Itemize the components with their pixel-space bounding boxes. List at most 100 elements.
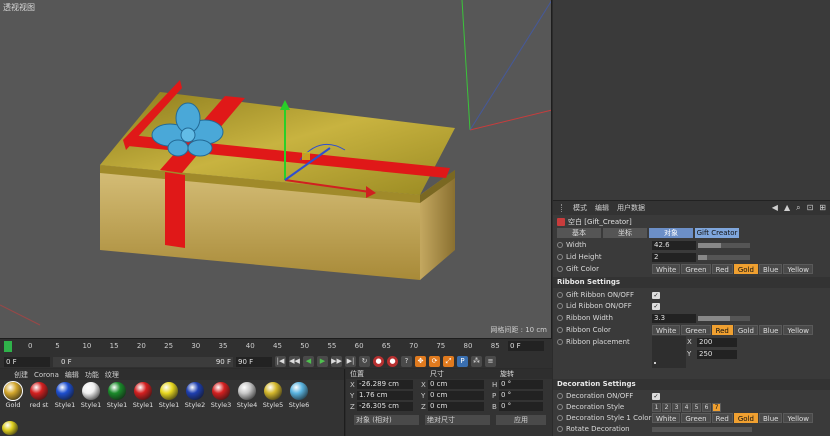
end-frame-field[interactable]: 90 F [236, 356, 272, 367]
material-swatch[interactable]: Style1 [157, 382, 181, 409]
next-key-icon[interactable]: ▶▶ [331, 356, 342, 367]
gift-color-yellow[interactable]: Yellow [783, 264, 814, 274]
ribbon-color-gold[interactable]: Gold [733, 325, 758, 335]
ribbon-color-blue[interactable]: Blue [758, 325, 783, 335]
material-swatch[interactable]: Style4 [235, 382, 259, 409]
menu-mode[interactable]: 模式 [573, 203, 587, 213]
style-option-3[interactable]: 3 [672, 402, 681, 412]
style-option-5[interactable]: 5 [692, 402, 701, 412]
position-y-field[interactable]: 1.76 cm [357, 391, 413, 400]
style1-color-white[interactable]: White [652, 413, 681, 423]
timeline-menu-icon[interactable]: ≡ [485, 356, 496, 367]
placement-y-field[interactable]: 250 [697, 349, 737, 359]
keyframe-dot-icon[interactable] [557, 404, 563, 410]
search-icon[interactable]: ⌕ [796, 203, 800, 213]
lid-ribbon-checkbox[interactable]: ✓ [652, 302, 660, 310]
style-option-2[interactable]: 2 [662, 402, 671, 412]
rotate-decoration-slider[interactable] [652, 426, 752, 432]
material-swatch[interactable]: Style5 [261, 382, 285, 409]
style1-color-yellow[interactable]: Yellow [783, 413, 814, 423]
gift-color-green[interactable]: Green [681, 264, 711, 274]
perspective-viewport[interactable]: 透视视图 网格间距: 10 cm [0, 0, 552, 338]
keyframe-dot-icon[interactable] [557, 254, 563, 260]
tab-object[interactable]: 对象 [649, 228, 693, 238]
apply-button[interactable]: 应用 [495, 415, 546, 425]
size-y-field[interactable]: 0 cm [428, 391, 484, 400]
lid-height-field[interactable]: 2 [652, 252, 696, 262]
arrow-up-icon[interactable]: ▲ [784, 203, 790, 213]
width-slider[interactable] [698, 242, 750, 248]
style1-color-green[interactable]: Green [681, 413, 711, 423]
tab-coordinates[interactable]: 坐标 [603, 228, 647, 238]
gift-color-blue[interactable]: Blue [758, 264, 783, 274]
gift-ribbon-checkbox[interactable]: ✓ [652, 291, 660, 299]
go-to-start-icon[interactable]: |◀ [275, 356, 286, 367]
menu-edit[interactable]: 编辑 [595, 203, 609, 213]
prev-key-icon[interactable]: ◀◀ [289, 356, 300, 367]
material-swatch-extra[interactable] [2, 421, 18, 435]
menu-texture[interactable]: 纹理 [105, 370, 119, 380]
range-slider[interactable]: 0 F 90 F [53, 356, 233, 367]
menu-user-data[interactable]: 用户数据 [617, 203, 645, 213]
size-z-field[interactable]: 0 cm [428, 402, 484, 411]
keyframe-dot-icon[interactable] [557, 327, 563, 333]
keyframe-dot-icon[interactable] [557, 315, 563, 321]
size-x-field[interactable]: 0 cm [428, 380, 484, 389]
size-mode-select[interactable]: 绝对尺寸 [424, 415, 490, 425]
move-key-icon[interactable]: ✥ [415, 356, 426, 367]
lock-icon[interactable]: ⊡ [807, 203, 814, 213]
panel-grip-icon[interactable] [561, 204, 565, 212]
tab-basic[interactable]: 基本 [557, 228, 601, 238]
position-x-field[interactable]: -26.289 cm [357, 380, 413, 389]
width-field[interactable]: 42.6 [652, 240, 696, 250]
loop-icon[interactable]: ↻ [359, 356, 370, 367]
menu-create[interactable]: 创建 [14, 370, 28, 380]
style-option-4[interactable]: 4 [682, 402, 691, 412]
material-swatch[interactable]: Style1 [53, 382, 77, 409]
menu-function[interactable]: 功能 [85, 370, 99, 380]
gift-color-white[interactable]: White [652, 264, 681, 274]
keyframe-dot-icon[interactable] [557, 415, 563, 421]
keyframe-dot-icon[interactable] [557, 393, 563, 399]
style-option-1[interactable]: 1 [652, 402, 661, 412]
coordinate-mode-select[interactable]: 对象 (相对) [354, 415, 419, 425]
keyframe-dot-icon[interactable] [557, 292, 563, 298]
auto-key-icon[interactable]: ● [387, 356, 398, 367]
record-icon[interactable]: ● [373, 356, 384, 367]
ribbon-placement-pad[interactable] [652, 336, 686, 368]
menu-edit-material[interactable]: 编辑 [65, 370, 79, 380]
keyframe-dot-icon[interactable] [557, 426, 563, 432]
style1-color-blue[interactable]: Blue [758, 413, 783, 423]
lid-height-slider[interactable] [698, 254, 750, 260]
tab-gift-creator[interactable]: Gift Creator [695, 228, 739, 238]
scale-key-icon[interactable]: ⤢ [443, 356, 454, 367]
style-option-6[interactable]: 6 [702, 402, 711, 412]
material-swatch[interactable]: Style6 [287, 382, 311, 409]
expand-icon[interactable]: ⊞ [819, 203, 826, 213]
style-option-7[interactable]: 7 [712, 402, 721, 412]
ribbon-color-yellow[interactable]: Yellow [783, 325, 814, 335]
placement-x-field[interactable]: 200 [697, 337, 737, 347]
keyframe-dot-icon[interactable] [557, 339, 563, 345]
material-swatch[interactable]: Gold [1, 381, 25, 409]
ribbon-color-green[interactable]: Green [681, 325, 711, 335]
current-frame-field[interactable]: 0 F [508, 341, 544, 351]
play-back-icon[interactable]: ◀ [303, 356, 314, 367]
material-swatch[interactable]: Style1 [131, 382, 155, 409]
play-icon[interactable]: ▶ [317, 356, 328, 367]
keyframe-dot-icon[interactable] [557, 242, 563, 248]
decoration-checkbox[interactable]: ✓ [652, 392, 660, 400]
menu-corona[interactable]: Corona [34, 371, 59, 379]
rotation-h-field[interactable]: 0 ° [499, 380, 543, 389]
position-z-field[interactable]: -26.305 cm [357, 402, 413, 411]
style1-color-red[interactable]: Red [711, 413, 733, 423]
param-key-icon[interactable]: P [457, 356, 468, 367]
arrow-left-icon[interactable]: ◀ [772, 203, 778, 213]
material-swatch[interactable]: Style2 [183, 382, 207, 409]
keyframe-selection-icon[interactable]: ? [401, 356, 412, 367]
ribbon-color-white[interactable]: White [652, 325, 681, 335]
gift-color-red[interactable]: Red [711, 264, 733, 274]
keyframe-dot-icon[interactable] [557, 303, 563, 309]
ribbon-color-red[interactable]: Red [711, 325, 733, 335]
gift-color-gold[interactable]: Gold [733, 264, 758, 274]
